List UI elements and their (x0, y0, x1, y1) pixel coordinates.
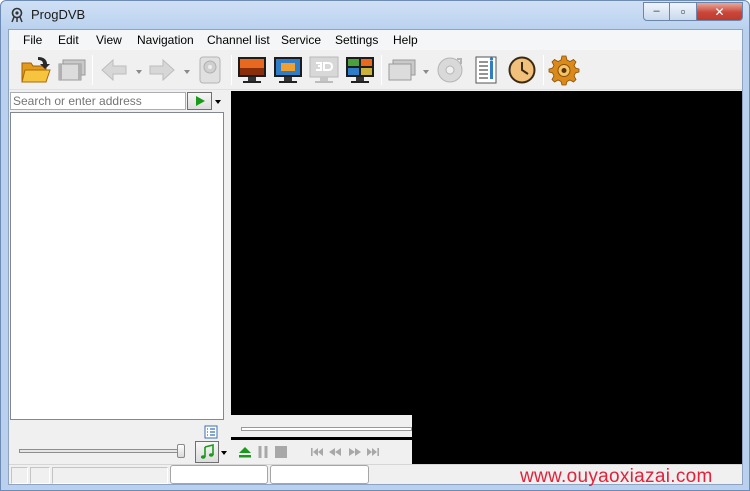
menu-edit[interactable]: Edit (58, 33, 79, 47)
disc-icon (437, 57, 463, 83)
scheduler-clock-icon (508, 56, 536, 84)
mosaic-icon (346, 57, 374, 83)
channel-list-icon (58, 59, 86, 81)
monitor-button[interactable] (271, 53, 305, 87)
multi-channel-button[interactable] (385, 53, 419, 87)
close-icon: ✕ (714, 4, 725, 19)
go-button[interactable] (187, 92, 212, 110)
forward-dropdown-icon[interactable] (183, 68, 191, 76)
back-icon (101, 58, 127, 82)
maximize-icon: ▫ (680, 4, 686, 19)
channel-list-button[interactable] (55, 53, 89, 87)
menu-help[interactable]: Help (393, 33, 418, 47)
list-view-icon (204, 425, 218, 438)
pause-icon (258, 446, 268, 458)
seek-track[interactable] (241, 427, 412, 431)
rewind-button[interactable] (325, 442, 345, 462)
status-cell (52, 467, 168, 484)
recorder-button[interactable] (193, 53, 227, 87)
toolbar-separator (231, 55, 232, 85)
back-dropdown-icon[interactable] (135, 68, 143, 76)
search-input[interactable] (10, 92, 186, 110)
multi-channel-dropdown-icon[interactable] (422, 68, 430, 76)
progdvb-app-icon (11, 7, 23, 23)
fast-forward-button[interactable] (345, 442, 365, 462)
minimize-button[interactable]: – (643, 2, 670, 21)
disc-button[interactable] (433, 53, 467, 87)
site-watermark: www.ouyaoxiazai.com (520, 466, 713, 487)
epg-info-button[interactable] (469, 53, 503, 87)
open-folder-button[interactable] (19, 53, 53, 87)
channel-panel (9, 91, 225, 443)
search-history-dropdown[interactable] (213, 95, 223, 109)
music-note-icon (200, 444, 214, 459)
window-title: ProgDVB (31, 7, 86, 22)
video-display[interactable] (231, 91, 742, 469)
stop-button[interactable] (271, 442, 291, 462)
eject-icon (239, 447, 251, 458)
pause-button[interactable] (253, 442, 273, 462)
playback-controls (9, 440, 412, 464)
forward-button[interactable] (145, 53, 179, 87)
audio-track-button[interactable] (195, 441, 219, 463)
seek-bar (231, 415, 412, 437)
volume-track[interactable] (19, 449, 184, 453)
eject-button[interactable] (235, 442, 255, 462)
skip-back-button[interactable] (307, 442, 327, 462)
status-cell (11, 467, 28, 484)
menu-navigation[interactable]: Navigation (137, 33, 194, 47)
volume-slider-thumb[interactable] (177, 444, 185, 458)
menu-channel-list[interactable]: Channel list (207, 33, 270, 47)
monitor-icon (274, 57, 302, 83)
multi-channel-icon (388, 59, 416, 81)
open-folder-icon (21, 57, 51, 83)
chevron-down-icon (221, 451, 227, 455)
epg-info-icon (475, 56, 497, 84)
menu-service[interactable]: Service (281, 33, 321, 47)
settings-button[interactable] (547, 53, 581, 87)
skip-forward-icon (367, 448, 379, 456)
toolbar (9, 50, 742, 90)
menu-bar: File Edit View Navigation Channel list S… (9, 30, 742, 50)
mosaic-button[interactable] (343, 53, 377, 87)
menu-settings[interactable]: Settings (335, 33, 378, 47)
status-cell (30, 467, 50, 484)
close-button[interactable]: ✕ (697, 2, 743, 21)
stop-icon (275, 446, 287, 458)
forward-icon (149, 58, 175, 82)
skip-back-icon (311, 448, 323, 456)
play-go-icon (195, 96, 205, 106)
toolbar-separator (381, 55, 382, 85)
window-controls: – ▫ ✕ (643, 2, 743, 21)
tv-screen-button[interactable] (235, 53, 269, 87)
title-bar[interactable]: ProgDVB – ▫ ✕ (1, 1, 749, 28)
menu-file[interactable]: File (23, 33, 42, 47)
back-button[interactable] (97, 53, 131, 87)
toolbar-separator (92, 55, 93, 85)
audio-track-dropdown[interactable] (220, 447, 228, 459)
maximize-button[interactable]: ▫ (670, 2, 697, 21)
minimize-icon: – (653, 5, 660, 17)
3d-button[interactable] (307, 53, 341, 87)
fast-forward-icon (349, 448, 361, 456)
list-view-button[interactable] (201, 422, 221, 441)
settings-gear-icon (548, 55, 580, 86)
client-area: File Edit View Navigation Channel list S… (8, 29, 743, 485)
search-row (9, 91, 225, 111)
recorder-icon (199, 56, 221, 84)
toolbar-separator (543, 55, 544, 85)
scheduler-button[interactable] (505, 53, 539, 87)
chevron-down-icon (215, 100, 221, 104)
status-signal-box (170, 465, 268, 484)
3d-icon (309, 56, 339, 83)
app-window: ProgDVB – ▫ ✕ File Edit View Navigation … (0, 0, 750, 491)
tv-screen-icon (238, 57, 266, 83)
channel-list[interactable] (10, 112, 224, 420)
status-quality-box (270, 465, 369, 484)
rewind-icon (329, 448, 341, 456)
skip-forward-button[interactable] (363, 442, 383, 462)
menu-view[interactable]: View (96, 33, 122, 47)
channel-panel-footer (10, 420, 224, 442)
